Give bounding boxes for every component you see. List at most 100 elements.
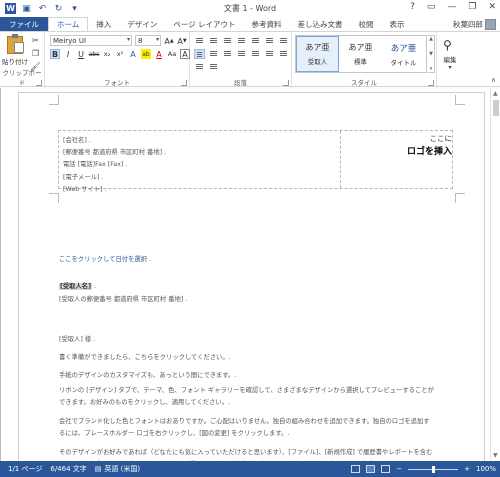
zoom-out-button[interactable]: − <box>396 465 402 473</box>
zoom-in-button[interactable]: + <box>464 465 470 473</box>
recipient-address[interactable]: [受取人の郵便番号 都道府県 市区町村 番地] . <box>59 294 187 303</box>
italic-button[interactable]: I <box>63 49 73 59</box>
zoom-level[interactable]: 100% <box>476 465 496 473</box>
collapse-ribbon-icon[interactable]: ∧ <box>491 76 496 84</box>
tab-design[interactable]: デザイン <box>119 17 165 32</box>
strikethrough-button[interactable]: abc <box>89 49 100 59</box>
company-website[interactable]: [Web サイト] . <box>63 184 166 196</box>
body-paragraph-3[interactable]: リボンの [デザイン] タブで、テーマ、色、フォント ギャラリーを確認して、さま… <box>59 385 434 409</box>
body-paragraph-2[interactable]: 手紙のデザインのカスタマイズも、あっという間にできます。. <box>59 370 236 379</box>
bullets-icon[interactable] <box>194 36 205 46</box>
page-count[interactable]: 1/1 ページ <box>8 464 42 474</box>
customize-qat-icon[interactable]: ▾ <box>69 3 80 14</box>
save-icon[interactable]: ▣ <box>21 3 32 14</box>
more-icon[interactable]: ▾ <box>430 66 433 72</box>
scroll-thumb[interactable] <box>493 100 499 116</box>
company-address[interactable]: [郵便番号 都道府県 市区町村 番地] . <box>63 147 166 159</box>
undo-icon[interactable]: ↶ <box>37 3 48 14</box>
web-layout-icon[interactable] <box>381 465 391 473</box>
sort-icon[interactable] <box>278 36 289 46</box>
style-gallery-scroll[interactable]: ▲ ▼ ▾ <box>428 35 435 73</box>
underline-button[interactable]: U <box>76 49 86 59</box>
justify-icon[interactable] <box>236 49 247 59</box>
superscript-button[interactable]: x² <box>115 49 125 59</box>
clipboard-launcher-icon[interactable] <box>36 80 42 86</box>
cut-icon[interactable]: ✂ <box>30 36 41 45</box>
print-layout-icon[interactable] <box>366 465 376 473</box>
company-name[interactable]: [会社名] . <box>63 135 166 147</box>
read-mode-icon[interactable] <box>351 465 361 473</box>
zoom-slider[interactable] <box>408 465 459 473</box>
shading-icon[interactable] <box>278 49 289 59</box>
numbering-icon[interactable] <box>208 36 219 46</box>
bold-button[interactable]: B <box>50 49 60 59</box>
change-case-button[interactable]: Aa <box>167 49 177 59</box>
shrink-font-icon[interactable]: A ▼ <box>177 36 187 46</box>
word-count[interactable]: 6/464 文字 <box>50 464 86 474</box>
distributed-icon[interactable] <box>250 49 261 59</box>
tab-review[interactable]: 校閲 <box>351 17 382 32</box>
body-paragraph-4[interactable]: 会社でブランド化した色とフォントはおありですか。ご心配はいりません。独自の組み合… <box>59 416 434 440</box>
style-normal[interactable]: あア亜 標準 <box>339 36 382 72</box>
recipient-name-line[interactable]: [受取人名] . <box>59 281 96 290</box>
style-recipient[interactable]: あア亜 受取人 <box>296 36 339 72</box>
tab-file[interactable]: ファイル <box>0 17 48 32</box>
increase-indent-icon[interactable] <box>250 36 261 46</box>
chevron-down-icon[interactable]: ▼ <box>429 51 433 57</box>
user-account[interactable]: 秋葉四郎 <box>453 18 496 31</box>
editing-button[interactable]: ⚲ 編集 ▾ <box>440 38 460 71</box>
paste-button[interactable]: 貼り付け <box>2 34 28 68</box>
tab-home[interactable]: ホーム <box>48 17 89 32</box>
zoom-slider-thumb[interactable] <box>432 465 436 473</box>
font-color-button[interactable]: A <box>154 49 164 59</box>
logo-placeholder[interactable]: ここに ロゴを挿入 <box>359 133 452 157</box>
body-paragraph-1[interactable]: 書く準備ができましたら、こちらをクリックしてください。. <box>59 352 231 361</box>
scroll-down-icon[interactable]: ▼ <box>493 452 498 459</box>
copy-icon[interactable]: ❐ <box>30 49 41 58</box>
document-page[interactable]: [会社名] . [郵便番号 都道府県 市区町村 番地] . 電話 [電話]Fax… <box>18 92 485 468</box>
decrease-indent-icon[interactable] <box>236 36 247 46</box>
vertical-scrollbar[interactable]: ▲ ▼ <box>490 88 500 461</box>
language-indicator[interactable]: ▤ 英語 (米国) <box>95 464 140 474</box>
font-size-combo[interactable]: 8 ▾ <box>135 35 161 46</box>
company-phone-fax[interactable]: 電話 [電話]Fax [Fax] . <box>63 159 166 171</box>
date-picker[interactable]: ここをクリックして日付を選択 . <box>59 254 151 263</box>
subscript-button[interactable]: x₂ <box>102 49 112 59</box>
styles-launcher-icon[interactable] <box>428 80 434 86</box>
style-title[interactable]: あア亜 タイトル <box>382 36 425 72</box>
maximize-button[interactable]: ❐ <box>468 2 476 12</box>
redo-icon[interactable]: ↻ <box>53 3 64 14</box>
highlight-button[interactable]: ab <box>141 49 151 59</box>
line-spacing-icon[interactable] <box>264 49 275 59</box>
chinese-layout-icon[interactable] <box>264 36 275 46</box>
header-address[interactable]: [会社名] . [郵便番号 都道府県 市区町村 番地] . 電話 [電話]Fax… <box>63 135 166 196</box>
clear-formatting-button[interactable]: A <box>180 49 190 59</box>
font-launcher-icon[interactable] <box>181 80 187 86</box>
close-button[interactable]: ✕ <box>488 2 496 12</box>
recipient-name[interactable]: [受取人名] <box>59 283 92 290</box>
ribbon-display-options-button[interactable]: ▭ <box>427 2 436 12</box>
font-name-combo[interactable]: Meiryo UI ▾ <box>50 35 132 46</box>
tab-references[interactable]: 参考資料 <box>244 17 290 32</box>
paragraph-launcher-icon[interactable] <box>283 80 289 86</box>
grow-font-icon[interactable]: A ▲ <box>164 36 174 46</box>
align-center-icon[interactable] <box>208 49 219 59</box>
document-area: [会社名] . [郵便番号 都道府県 市区町村 番地] . 電話 [電話]Fax… <box>0 88 500 468</box>
help-button[interactable]: ? <box>410 2 415 12</box>
tab-view[interactable]: 表示 <box>382 17 413 32</box>
chevron-up-icon[interactable]: ▲ <box>429 36 433 42</box>
company-email[interactable]: [電子メール] . <box>63 172 166 184</box>
tab-insert[interactable]: 挿入 <box>88 17 119 32</box>
salutation[interactable]: [受取人] 様 . <box>59 334 95 343</box>
borders-icon[interactable] <box>194 62 205 72</box>
tab-mailings[interactable]: 差し込み文書 <box>290 17 351 32</box>
align-left-icon[interactable] <box>194 49 205 59</box>
scroll-up-icon[interactable]: ▲ <box>493 90 498 97</box>
minimize-button[interactable]: — <box>447 2 456 12</box>
tab-page-layout[interactable]: ページ レイアウト <box>165 17 243 32</box>
multilevel-list-icon[interactable] <box>222 36 233 46</box>
show-marks-icon[interactable] <box>208 62 219 72</box>
header-table[interactable]: [会社名] . [郵便番号 都道府県 市区町村 番地] . 電話 [電話]Fax… <box>58 130 453 193</box>
align-right-icon[interactable] <box>222 49 233 59</box>
text-effects-button[interactable]: A <box>128 49 138 59</box>
